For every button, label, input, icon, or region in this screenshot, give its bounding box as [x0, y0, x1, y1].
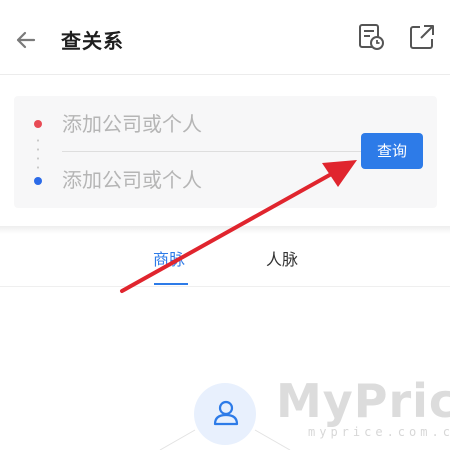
from-entity-input[interactable]: 添加公司或个人: [62, 104, 342, 144]
tab-divider: [0, 286, 450, 287]
person-icon: [213, 400, 239, 426]
query-button[interactable]: 查询: [361, 133, 423, 169]
header: 查关系: [0, 0, 450, 75]
from-dot-icon: [34, 120, 42, 128]
arrow-left-icon[interactable]: [10, 24, 42, 56]
field-divider: [62, 151, 372, 152]
tab-business[interactable]: 商脉: [153, 246, 185, 270]
page: 查关系 添加公司或个人 添加公司或个人 查询 商脉 人脉 MyPric mypr…: [0, 0, 450, 450]
watermark-logo: MyPrice: [276, 374, 450, 428]
active-tab-indicator: [154, 283, 188, 285]
connector-dots: [37, 136, 39, 172]
to-dot-icon: [34, 177, 42, 185]
share-icon[interactable]: [407, 22, 437, 52]
watermark-url: myprice.com.cn: [308, 425, 450, 439]
card-shadow: [0, 226, 450, 234]
history-icon[interactable]: [356, 22, 386, 52]
page-title: 查关系: [61, 29, 124, 53]
tab-personal[interactable]: 人脉: [266, 246, 298, 270]
query-card: 添加公司或个人 添加公司或个人 查询: [14, 96, 437, 208]
to-entity-input[interactable]: 添加公司或个人: [62, 160, 342, 200]
